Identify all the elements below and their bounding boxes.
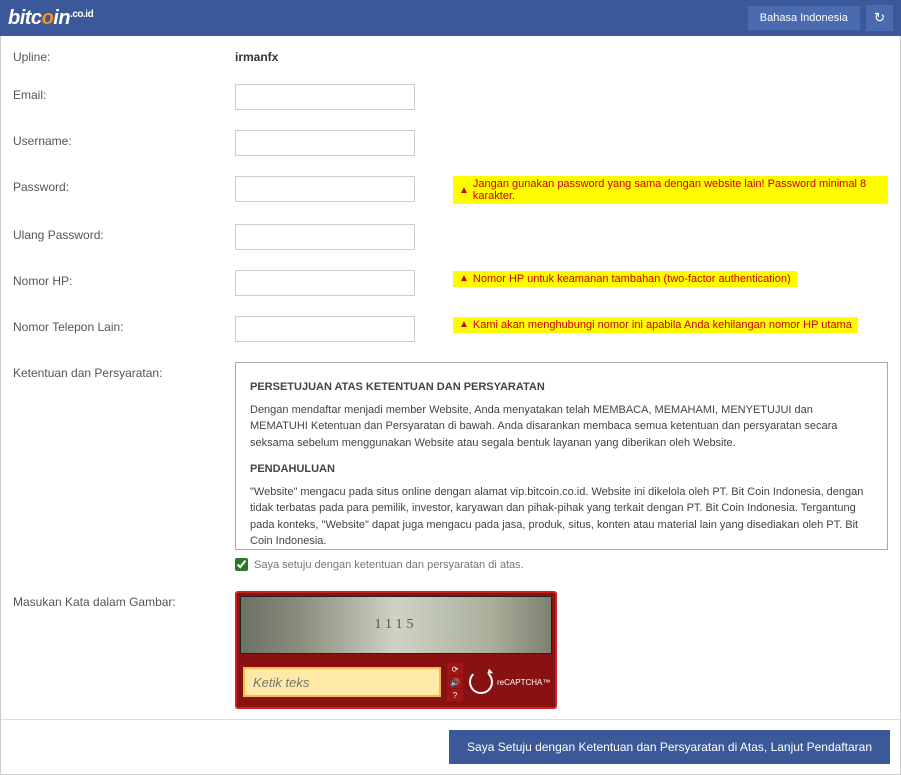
- header: bitcoin.co.id Bahasa Indonesia ↻: [0, 0, 901, 36]
- phone-label: Nomor HP:: [13, 270, 235, 288]
- password-warning: ▲ Jangan gunakan password yang sama deng…: [453, 176, 888, 204]
- password-label: Password:: [13, 176, 235, 194]
- captcha-refresh-icon[interactable]: ⟳: [447, 663, 463, 675]
- repeat-password-input[interactable]: [235, 224, 415, 250]
- row-phone: Nomor HP: ▲ Nomor HP untuk keamanan tamb…: [1, 260, 900, 306]
- warning-icon: ▲: [459, 319, 469, 330]
- row-captcha: Masukan Kata dalam Gambar: 1115 ⟳ 🔊 ? re…: [1, 581, 900, 719]
- share-icon: ↻: [874, 10, 885, 26]
- captcha-image: 1115: [240, 596, 552, 654]
- captcha-help-icon[interactable]: ?: [447, 689, 463, 701]
- row-password: Password: ▲ Jangan gunakan password yang…: [1, 166, 900, 214]
- email-input[interactable]: [235, 84, 415, 110]
- terms-label: Ketentuan dan Persyaratan:: [13, 362, 235, 380]
- other-phone-label: Nomor Telepon Lain:: [13, 316, 235, 334]
- phone-warning: ▲ Nomor HP untuk keamanan tambahan (two-…: [453, 271, 797, 287]
- row-username: Username:: [1, 120, 900, 166]
- row-other-phone: Nomor Telepon Lain: ▲ Kami akan menghubu…: [1, 306, 900, 352]
- captcha-widget: 1115 ⟳ 🔊 ? reCAPTCHA™: [235, 591, 557, 709]
- agree-label: Saya setuju dengan ketentuan dan persyar…: [254, 559, 524, 571]
- language-selector[interactable]: Bahasa Indonesia: [748, 6, 860, 30]
- upline-value: irmanfx: [235, 46, 278, 64]
- recaptcha-logo: reCAPTCHA™: [469, 670, 550, 694]
- logo: bitcoin.co.id: [8, 7, 93, 30]
- terms-heading1: PERSETUJUAN ATAS KETENTUAN DAN PERSYARAT…: [250, 379, 873, 396]
- row-upline: Upline: irmanfx: [1, 36, 900, 74]
- repeat-password-label: Ulang Password:: [13, 224, 235, 242]
- phone-input[interactable]: [235, 270, 415, 296]
- row-repeat-password: Ulang Password:: [1, 214, 900, 260]
- terms-para1: Dengan mendaftar menjadi member Website,…: [250, 402, 873, 452]
- warning-icon: ▲: [459, 185, 469, 196]
- other-phone-input[interactable]: [235, 316, 415, 342]
- username-input[interactable]: [235, 130, 415, 156]
- header-right: Bahasa Indonesia ↻: [748, 5, 893, 31]
- terms-para2: "Website" mengacu pada situs online deng…: [250, 484, 873, 550]
- password-input[interactable]: [235, 176, 415, 202]
- row-email: Email:: [1, 74, 900, 120]
- terms-heading2: PENDAHULUAN: [250, 461, 873, 478]
- captcha-controls: ⟳ 🔊 ?: [447, 663, 463, 701]
- email-label: Email:: [13, 84, 235, 102]
- other-phone-warning: ▲ Kami akan menghubungi nomor ini apabil…: [453, 317, 858, 333]
- warning-icon: ▲: [459, 273, 469, 284]
- footer-bar: Saya Setuju dengan Ketentuan dan Persyar…: [1, 719, 900, 774]
- username-label: Username:: [13, 130, 235, 148]
- row-terms: Ketentuan dan Persyaratan: PERSETUJUAN A…: [1, 352, 900, 581]
- agree-row[interactable]: Saya setuju dengan ketentuan dan persyar…: [235, 558, 888, 571]
- captcha-label: Masukan Kata dalam Gambar:: [13, 591, 235, 609]
- share-button[interactable]: ↻: [866, 5, 893, 31]
- terms-textarea[interactable]: PERSETUJUAN ATAS KETENTUAN DAN PERSYARAT…: [235, 362, 888, 550]
- captcha-audio-icon[interactable]: 🔊: [447, 676, 463, 688]
- agree-checkbox[interactable]: [235, 558, 248, 571]
- captcha-input[interactable]: [243, 667, 441, 697]
- registration-form: Upline: irmanfx Email: Username: Passwor…: [0, 36, 901, 775]
- upline-label: Upline:: [13, 46, 235, 64]
- recaptcha-icon: [469, 670, 493, 694]
